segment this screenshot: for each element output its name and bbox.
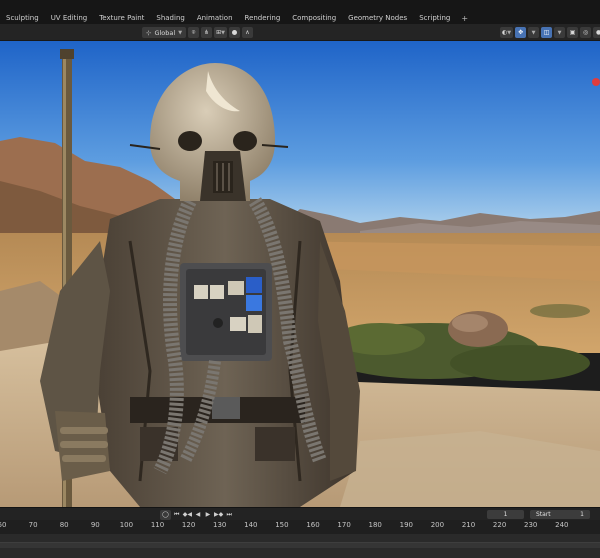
transform-orientation-dropdown[interactable]: ⊹ Global ▼ <box>142 27 187 38</box>
solid-shading-icon: ● <box>595 29 600 36</box>
timeline-tick: 200 <box>430 521 445 529</box>
timeline-tick: 230 <box>524 521 538 529</box>
snap-icon: ⋔ <box>204 29 210 36</box>
play-button[interactable]: ▶ <box>204 510 212 520</box>
playback-bar: ◯ ⏮ ◆◀ ◀ ▶ ▶◆ ⏭ 1 Start 1 <box>0 507 600 520</box>
overlay-toggle[interactable]: ◫ <box>541 27 553 38</box>
timeline-tick: 60 <box>0 521 7 529</box>
workspace-tab-texture-paint[interactable]: Texture Paint <box>93 12 150 24</box>
jump-to-end-button[interactable]: ⏭ <box>225 510 233 520</box>
jump-keyframe-back-button[interactable]: ◆◀ <box>183 510 192 520</box>
timeline-tick: 110 <box>150 521 165 529</box>
add-workspace-button[interactable]: + <box>456 14 473 23</box>
gizmo-icon: ✥ <box>518 29 524 36</box>
chevron-down-icon: ▼ <box>531 29 536 36</box>
chevron-down-icon: ▼ <box>507 29 512 36</box>
play-reverse-button[interactable]: ◀ <box>194 510 202 520</box>
jump-keyframe-forward-button[interactable]: ▶◆ <box>214 510 223 520</box>
proportional-edit-toggle[interactable] <box>228 27 240 38</box>
overlay-dropdown[interactable]: ▼ <box>554 27 566 38</box>
timeline-tick: 100 <box>119 521 134 529</box>
timeline-tick: 240 <box>555 521 569 529</box>
jump-to-start-button[interactable]: ⏮ <box>173 510 181 520</box>
timeline-tick: 160 <box>306 521 320 529</box>
record-icon: ◯ <box>162 511 169 518</box>
timeline-tick: 190 <box>399 521 413 529</box>
viewport-header: ⊹ Global ▼ ⌾ ⋔ ⊞ ▼ ∧ ◐ ▼ ✥ ▼ ◫ ▼ ▣ ◎ ● <box>0 24 600 41</box>
timeline-tick: 120 <box>181 521 196 529</box>
3d-viewport[interactable] <box>0 41 600 507</box>
wireframe-shading-button[interactable]: ◎ <box>580 27 592 38</box>
jump-end-icon: ⏭ <box>226 510 232 518</box>
timeline-tick: 140 <box>244 521 258 529</box>
play-icon: ▶ <box>205 511 211 518</box>
gizmo-dropdown[interactable]: ▼ <box>528 27 540 38</box>
solid-shading-button[interactable]: ● <box>593 27 600 38</box>
timeline-tick: 130 <box>213 521 227 529</box>
gizmo-toggle[interactable]: ✥ <box>515 27 527 38</box>
timeline-tick: 170 <box>337 521 351 529</box>
workspace-bar: Sculpting UV Editing Texture Paint Shading A… <box>0 0 600 24</box>
keyframe-back-icon: ◆◀ <box>182 511 192 518</box>
snap-target-dropdown[interactable]: ⊞ ▼ <box>214 27 227 38</box>
workspace-tabs: Sculpting UV Editing Texture Paint Shading A… <box>0 12 473 24</box>
workspace-tab-compositing[interactable]: Compositing <box>286 12 342 24</box>
overlay-icon: ◫ <box>543 29 550 36</box>
timeline-tick: 220 <box>492 521 507 529</box>
record-button[interactable]: ◯ <box>160 509 171 520</box>
workspace-tab-geometry-nodes[interactable]: Geometry Nodes <box>342 12 413 24</box>
proportional-edit-icon <box>231 30 237 35</box>
record-indicator <box>592 78 600 86</box>
keyframe-forward-icon: ▶◆ <box>213 511 224 518</box>
pivot-icon: ⌾ <box>191 28 196 36</box>
start-value: 1 <box>580 511 584 518</box>
summary-track <box>0 542 600 548</box>
snap-toggle[interactable]: ⋔ <box>201 27 213 38</box>
start-frame-field[interactable]: Start 1 <box>530 510 590 519</box>
chevron-down-icon: ▼ <box>557 29 562 36</box>
chevron-down-icon: ▼ <box>221 29 225 36</box>
timeline-tick: 80 <box>59 521 69 529</box>
xray-toggle[interactable]: ▣ <box>567 27 579 38</box>
pivot-point-button[interactable]: ⌾ <box>188 27 200 38</box>
orientation-axes-icon: ⊹ <box>146 28 152 37</box>
timeline-track[interactable] <box>0 534 600 558</box>
workspace-tab-shading[interactable]: Shading <box>150 12 190 24</box>
timeline-tick: 210 <box>461 521 476 529</box>
play-reverse-icon: ◀ <box>195 511 201 518</box>
workspace-tab-scripting[interactable]: Scripting <box>413 12 456 24</box>
falloff-icon: ∧ <box>245 29 250 36</box>
timeline-tick: 180 <box>368 521 382 529</box>
xray-icon: ▣ <box>569 29 576 36</box>
workspace-tab-animation[interactable]: Animation <box>191 12 239 24</box>
timeline-tick: 70 <box>28 521 38 529</box>
viewport-render <box>0 41 600 507</box>
proportional-falloff-button[interactable]: ∧ <box>241 27 253 38</box>
jump-start-icon: ⏮ <box>174 510 180 518</box>
view-object-types-button[interactable]: ◐ ▼ <box>500 27 514 38</box>
timeline-tick: 150 <box>275 521 289 529</box>
workspace-tab-rendering[interactable]: Rendering <box>239 12 287 24</box>
current-frame-field[interactable]: 1 <box>487 510 524 519</box>
workspace-tab-sculpting[interactable]: Sculpting <box>0 12 45 24</box>
start-label: Start <box>536 511 551 518</box>
wireframe-shading-icon: ◎ <box>582 29 589 36</box>
chevron-down-icon: ▼ <box>178 29 183 36</box>
timeline-tick: 90 <box>90 521 100 529</box>
transform-orientation-label: Global <box>154 28 176 37</box>
timeline-ruler[interactable]: 60 70 80 90 100 110 120 130 140 150 160 170 180 190 20… <box>0 520 600 534</box>
workspace-tab-uv-editing[interactable]: UV Editing <box>45 12 94 24</box>
